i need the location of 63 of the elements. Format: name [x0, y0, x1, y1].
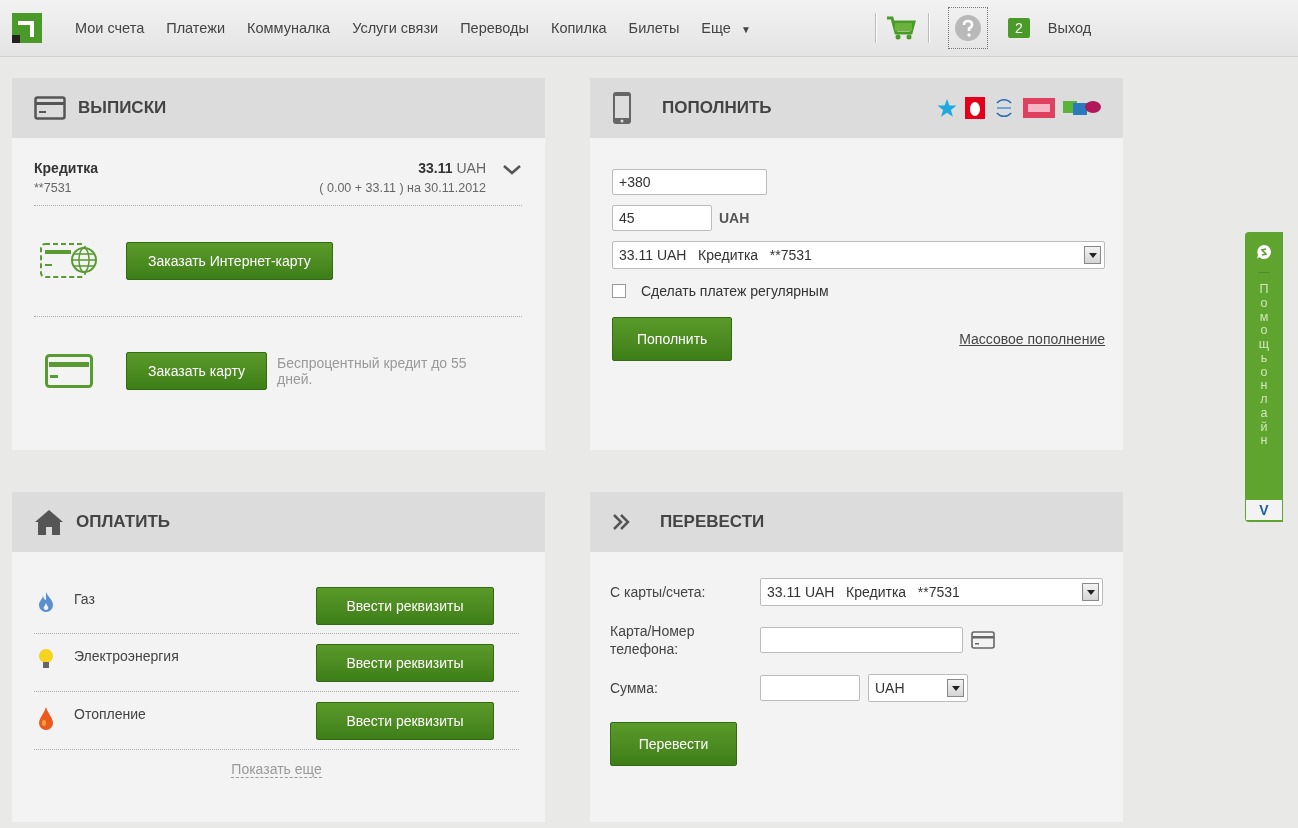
enter-details-button[interactable]: Ввести реквизиты [316, 702, 494, 740]
nav-link[interactable]: Платежи [166, 20, 225, 36]
star-icon [937, 98, 957, 118]
recipient-field[interactable] [760, 627, 963, 654]
house-icon [34, 508, 64, 536]
expand-chevron-icon[interactable] [502, 164, 522, 176]
regular-payment-checkbox[interactable]: Сделать платеж регулярным [612, 283, 1101, 299]
account-balance: 33.11 UAH [417, 160, 486, 176]
service-name: Электроэнергия [74, 648, 180, 664]
online-help-tab[interactable]: Помощь онлайн V [1245, 232, 1283, 522]
operator-logo-icon [1023, 98, 1055, 118]
messages-badge[interactable]: 2 [1008, 18, 1030, 38]
card-title: ВЫПИСКИ [78, 98, 167, 118]
amount-field[interactable]: 45 [612, 205, 712, 231]
card-title: ОПЛАТИТЬ [76, 512, 170, 532]
field-label: Сумма: [610, 680, 659, 697]
phone-icon [612, 91, 632, 125]
field-label: С карты/счета: [610, 584, 707, 600]
operator-logo-icon [965, 97, 985, 119]
balance-detail: ( 0.00 + 33.11 ) на 30.11.2012 [319, 181, 486, 195]
sum-field[interactable] [760, 675, 860, 702]
logout-link[interactable]: Выход [1047, 20, 1092, 36]
nav-link[interactable]: Мои счета [75, 20, 145, 36]
currency-label: UAH [719, 210, 750, 226]
enter-details-button[interactable]: Ввести реквизиты [316, 644, 494, 682]
order-card-button[interactable]: Заказать карту [126, 352, 268, 390]
more-menu[interactable]: Еще ▼ [701, 20, 751, 36]
nav-link[interactable]: Переводы [460, 20, 529, 36]
chat-bubble-icon [1256, 244, 1272, 260]
operator-logo-icon [993, 97, 1015, 119]
bank-logo-icon[interactable] [12, 13, 42, 43]
help-tab-toggle[interactable]: V [1246, 500, 1282, 520]
enter-details-button[interactable]: Ввести реквизиты [316, 587, 494, 625]
flame-icon [38, 591, 54, 613]
transfer-button[interactable]: Перевести [610, 722, 737, 767]
top-up-button[interactable]: Пополнить [612, 317, 733, 361]
bulk-top-up-link[interactable]: Массовое пополнение [959, 331, 1105, 347]
operator-logo-icon [1063, 99, 1101, 117]
source-account-select[interactable]: 33.11 UAH Кредитка **7531 [760, 578, 1103, 606]
nav-link[interactable]: Копилка [550, 20, 607, 36]
phone-field[interactable]: +380 [612, 169, 767, 195]
nav-link[interactable]: Коммуналка [247, 20, 331, 36]
account-number: **7531 [34, 181, 73, 195]
help-button[interactable] [948, 7, 988, 49]
currency-select[interactable]: UAH [868, 674, 968, 703]
cart-icon[interactable] [886, 15, 916, 41]
card-icon[interactable] [971, 631, 995, 650]
double-chevron-icon [612, 513, 630, 531]
offer-note: Беспроцентный кредит до 55 дней. [277, 354, 468, 388]
help-icon [954, 14, 982, 42]
card-title: ПЕРЕВЕСТИ [660, 512, 765, 532]
account-select[interactable]: 33.11 UAH Кредитка **7531 [612, 241, 1105, 269]
nav-link[interactable]: Билеты [628, 20, 680, 36]
drop-icon [38, 706, 54, 730]
service-name: Газ [74, 591, 96, 607]
service-name: Отопление [74, 706, 147, 722]
order-card-button[interactable]: Заказать Интернет-карту [126, 242, 333, 280]
account-name: Кредитка [34, 160, 100, 176]
field-label: Карта/Номер телефона: [610, 622, 696, 659]
card-icon [34, 96, 66, 120]
light-bulb-icon [38, 648, 54, 670]
card-title: ПОПОЛНИТЬ [662, 98, 772, 118]
nav-link[interactable]: Услуги связи [352, 20, 439, 36]
